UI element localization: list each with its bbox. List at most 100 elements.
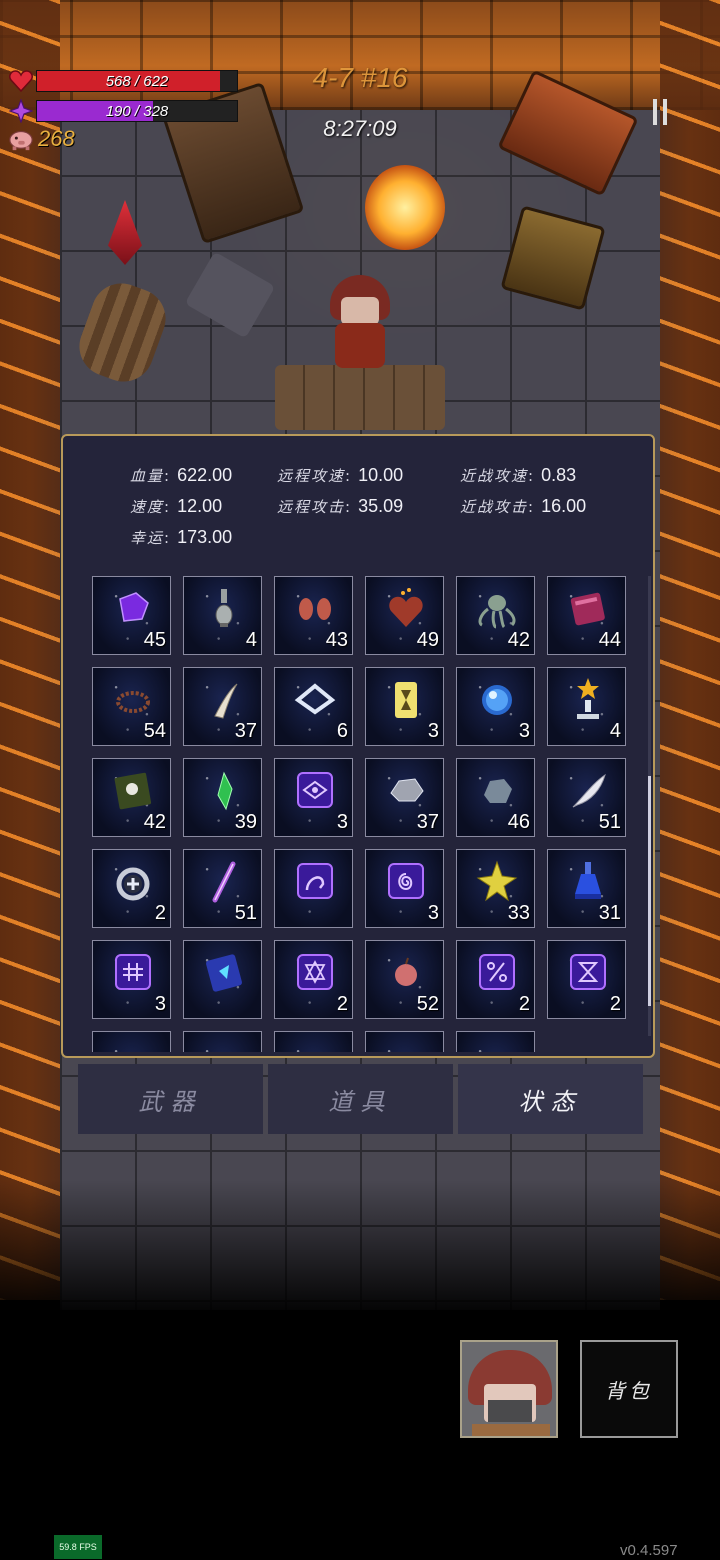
character-portrait-button[interactable]: [460, 1340, 558, 1438]
inventory-slot[interactable]: 49: [365, 576, 444, 655]
inventory-slot[interactable]: 37: [365, 758, 444, 837]
inventory-slot[interactable]: 3: [365, 849, 444, 928]
stats-section: 血量: 622.00 速度: 12.00 幸运: 173.00 远程攻速: 10…: [63, 436, 653, 566]
rune-percent-icon: [457, 947, 536, 997]
portrait-mask: [488, 1400, 532, 1422]
stat-speed: 速度: 12.00: [130, 496, 222, 517]
inventory-slot[interactable]: 4: [547, 667, 626, 746]
scrollbar-thumb[interactable]: [648, 776, 651, 1006]
rune-eye-icon: [275, 765, 354, 815]
rune-hourglass-icon: [548, 947, 627, 997]
inventory-slot[interactable]: [183, 1031, 262, 1052]
item-count: 54: [143, 720, 166, 742]
stat-value: 173.00: [177, 527, 233, 547]
fang-icon: [184, 674, 263, 724]
item-count: 46: [507, 811, 530, 833]
skull-book-icon: [93, 765, 172, 815]
item-count: 49: [416, 629, 439, 651]
inventory-slot[interactable]: 42: [456, 576, 535, 655]
stat-ranged-speed: 远程攻速: 10.00: [277, 465, 403, 486]
stat-value: 16.00: [541, 496, 587, 516]
inventory-slot[interactable]: [183, 940, 262, 1019]
tab-weapons[interactable]: 武器: [78, 1064, 263, 1134]
stat-hp: 血量: 622.00: [130, 465, 232, 486]
item-count: 37: [234, 720, 257, 742]
inventory-slot[interactable]: 6: [274, 667, 353, 746]
inventory-slot[interactable]: 2: [92, 849, 171, 928]
stat-value: 35.09: [358, 496, 404, 516]
stat-colon: :: [345, 498, 351, 516]
stat-colon: :: [164, 529, 170, 547]
item-count: 2: [609, 993, 621, 1015]
inventory-slot[interactable]: [274, 1031, 353, 1052]
hourglass-card-icon: [366, 674, 445, 724]
tab-status[interactable]: 状态: [458, 1064, 643, 1134]
apple-icon: [366, 947, 445, 997]
pause-button[interactable]: [640, 92, 680, 132]
inventory-slot[interactable]: 37: [183, 667, 262, 746]
inventory-slot[interactable]: 52: [365, 940, 444, 1019]
inventory-slot[interactable]: [92, 1031, 171, 1052]
inventory-slot[interactable]: 3: [365, 667, 444, 746]
tentacle-creature-icon: [457, 583, 536, 633]
inventory-slot[interactable]: [274, 849, 353, 928]
inventory-slot[interactable]: 51: [183, 849, 262, 928]
stat-label: 远程攻击: [277, 498, 346, 516]
inventory-slot[interactable]: 2: [547, 940, 626, 1019]
fps-counter: 59.8 FPS: [54, 1535, 102, 1559]
item-count: 3: [154, 993, 166, 1015]
tab-items[interactable]: 道具: [268, 1064, 453, 1134]
stat-value: 622.00: [177, 465, 233, 485]
stat-ranged-attack: 远程攻击: 35.09: [277, 496, 403, 517]
blue-tome-icon: [184, 947, 263, 997]
inventory-slot[interactable]: [456, 1031, 535, 1052]
gold-star-shard-icon: [457, 856, 536, 906]
inventory-slot[interactable]: 3: [456, 667, 535, 746]
inventory-slot[interactable]: 44: [547, 576, 626, 655]
diamond-frame-icon: [275, 674, 354, 724]
star-trophy-icon: [548, 674, 627, 724]
fire-heart-icon: [366, 583, 445, 633]
rune-triangle-icon: [275, 947, 354, 997]
inventory-slot[interactable]: 4: [183, 576, 262, 655]
inventory-slot[interactable]: 3: [92, 940, 171, 1019]
stat-value: 12.00: [177, 496, 223, 516]
player-character: [325, 275, 395, 370]
inventory-slot[interactable]: 51: [547, 758, 626, 837]
inventory-slot[interactable]: 45: [92, 576, 171, 655]
grey-rock-icon: [366, 765, 445, 815]
item-grid-scrollbar[interactable]: [648, 576, 651, 1036]
cross-ring-icon: [93, 856, 172, 906]
pause-icon-bar: [653, 99, 657, 125]
stat-label: 血量: [130, 467, 165, 485]
inventory-slot[interactable]: [365, 1031, 444, 1052]
stat-colon: :: [164, 467, 170, 485]
inventory-slot[interactable]: 33: [456, 849, 535, 928]
rune-spiral-icon: [366, 856, 445, 906]
stat-colon: :: [164, 498, 170, 516]
item-count: 42: [507, 629, 530, 651]
item-count: 6: [336, 720, 348, 742]
campfire: [365, 165, 445, 250]
stat-value: 0.83: [541, 465, 577, 485]
inventory-slot[interactable]: 39: [183, 758, 262, 837]
red-book-icon: [548, 583, 627, 633]
item-grid[interactable]: 45 4 43 49 42 44 54 37 6 3 3 4 42 39 3 37 46 51 2 51 3 33 31 3 2…: [92, 576, 632, 1052]
inventory-slot[interactable]: 43: [274, 576, 353, 655]
inventory-slot[interactable]: 31: [547, 849, 626, 928]
glove-pair-icon: [275, 583, 354, 633]
inventory-slot[interactable]: 46: [456, 758, 535, 837]
inventory-slot[interactable]: 2: [456, 940, 535, 1019]
item-count: 2: [518, 993, 530, 1015]
item-count: 2: [336, 993, 348, 1015]
hero-body: [335, 323, 385, 368]
inventory-slot[interactable]: 2: [274, 940, 353, 1019]
potion-flask-icon: [184, 583, 263, 633]
purple-gem-icon: [93, 583, 172, 633]
item-count: 42: [143, 811, 166, 833]
inventory-slot[interactable]: 54: [92, 667, 171, 746]
backpack-button[interactable]: 背包: [580, 1340, 678, 1438]
level-indicator: 4-7 #16: [312, 62, 408, 93]
inventory-slot[interactable]: 3: [274, 758, 353, 837]
inventory-slot[interactable]: 42: [92, 758, 171, 837]
